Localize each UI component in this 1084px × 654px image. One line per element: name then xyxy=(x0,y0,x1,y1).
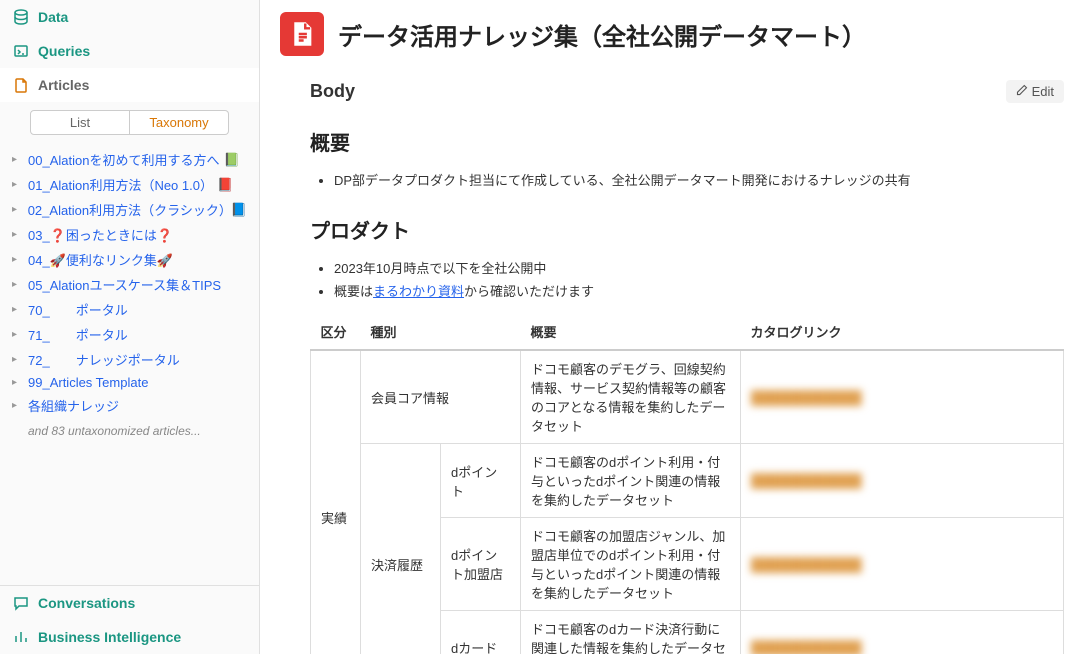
product-table: 区分 種別 概要 カタログリンク 実績 会員コア情報 ドコモ顧客のデモグラ、回線… xyxy=(310,314,1064,654)
tree-item[interactable]: ▸01_Alation利用方法（Neo 1.0）📕 xyxy=(8,172,251,197)
sidebar-section-queries-label: Queries xyxy=(38,43,90,59)
database-icon xyxy=(12,8,30,26)
sidebar-top: Data Queries Articles List Taxonomy ▸00_… xyxy=(0,0,259,585)
sidebar-section-data-label: Data xyxy=(38,9,68,25)
sidebar-bottom: Conversations Business Intelligence xyxy=(0,585,259,654)
edit-button[interactable]: Edit xyxy=(1006,80,1064,103)
body-section-header: Body Edit xyxy=(310,80,1064,103)
th-gaiyou: 概要 xyxy=(521,314,741,350)
untaxonomized-note[interactable]: and 83 untaxonomized articles... xyxy=(8,418,251,444)
tree-item[interactable]: ▸04_🚀便利なリンク集🚀 xyxy=(8,247,251,272)
list-item: DP部データプロダクト担当にて作成している、全社公開データマート開発におけるナレ… xyxy=(334,168,1064,191)
product-heading: プロダクト xyxy=(310,215,1064,244)
table-row: 決済履歴 dポイント ドコモ顧客のdポイント利用・付与といったdポイント関連の情… xyxy=(311,444,1064,518)
page-header: データ活用ナレッジ集（全社公開データマート） xyxy=(280,12,1064,56)
chevron-right-icon: ▸ xyxy=(12,179,24,190)
table-header-row: 区分 種別 概要 カタログリンク xyxy=(311,314,1064,350)
tree-item[interactable]: ▸70_ ポータル xyxy=(8,297,251,322)
chevron-right-icon: ▸ xyxy=(12,354,24,365)
sidebar-section-articles-label: Articles xyxy=(38,77,89,93)
th-blank xyxy=(441,314,521,350)
toggle-list[interactable]: List xyxy=(30,110,130,135)
th-catalog: カタログリンク xyxy=(741,314,1064,350)
tree-item[interactable]: ▸71_ ポータル xyxy=(8,322,251,347)
sidebar-section-bi[interactable]: Business Intelligence xyxy=(0,620,259,654)
product-list: 2023年10月時点で以下を全社公開中 概要はまるわかり資料から確認いただけます xyxy=(310,256,1064,302)
chevron-right-icon: ▸ xyxy=(12,400,24,411)
tree-item[interactable]: ▸02_Alation利用方法（クラシック）📘 xyxy=(8,197,251,222)
view-toggle: List Taxonomy xyxy=(0,102,259,143)
sidebar-section-data[interactable]: Data xyxy=(0,0,259,34)
pencil-icon xyxy=(1016,84,1028,99)
chevron-right-icon: ▸ xyxy=(12,254,24,265)
chat-icon xyxy=(12,594,30,612)
tree-item[interactable]: ▸03_❓困ったときには❓ xyxy=(8,222,251,247)
tree-item[interactable]: ▸00_Alationを初めて利用する方へ📗 xyxy=(8,147,251,172)
article-tree: ▸00_Alationを初めて利用する方へ📗 ▸01_Alation利用方法（N… xyxy=(0,143,259,448)
sidebar-section-conversations[interactable]: Conversations xyxy=(0,586,259,620)
tree-item[interactable]: ▸99_Articles Template xyxy=(8,372,251,393)
chevron-right-icon: ▸ xyxy=(12,229,24,240)
bi-label: Business Intelligence xyxy=(38,629,181,645)
tree-item[interactable]: ▸72_ ナレッジポータル xyxy=(8,347,251,372)
sidebar-section-articles[interactable]: Articles xyxy=(0,68,259,102)
table-row: 実績 会員コア情報 ドコモ顧客のデモグラ、回線契約情報、サービス契約情報等の顧客… xyxy=(311,350,1064,444)
catalog-link-cell[interactable]: ████████████ xyxy=(741,518,1064,611)
catalog-link-cell[interactable]: ████████████ xyxy=(741,444,1064,518)
chevron-right-icon: ▸ xyxy=(12,279,24,290)
sidebar-section-queries[interactable]: Queries xyxy=(0,34,259,68)
content-inner: 概要 DP部データプロダクト担当にて作成している、全社公開データマート開発におけ… xyxy=(280,127,1064,654)
page-title: データ活用ナレッジ集（全社公開データマート） xyxy=(338,17,866,52)
overview-list: DP部データプロダクト担当にて作成している、全社公開データマート開発におけるナレ… xyxy=(310,168,1064,191)
catalog-link-cell[interactable]: ████████████ xyxy=(741,611,1064,654)
chevron-right-icon: ▸ xyxy=(12,304,24,315)
article-icon xyxy=(12,76,30,94)
overview-heading: 概要 xyxy=(310,127,1064,156)
list-item: 2023年10月時点で以下を全社公開中 xyxy=(334,256,1064,279)
toggle-taxonomy[interactable]: Taxonomy xyxy=(130,110,229,135)
chevron-right-icon: ▸ xyxy=(12,377,24,388)
list-item: 概要はまるわかり資料から確認いただけます xyxy=(334,279,1064,302)
catalog-link-cell[interactable]: ████████████ xyxy=(741,350,1064,444)
th-shubetsu: 種別 xyxy=(361,314,441,350)
conversations-label: Conversations xyxy=(38,595,135,611)
main-content: データ活用ナレッジ集（全社公開データマート） Body Edit 概要 DP部デ… xyxy=(260,0,1084,654)
chevron-right-icon: ▸ xyxy=(12,154,24,165)
chevron-right-icon: ▸ xyxy=(12,204,24,215)
tree-item[interactable]: ▸05_Alationユースケース集＆TIPS xyxy=(8,272,251,297)
chevron-right-icon: ▸ xyxy=(12,329,24,340)
maruwakari-link[interactable]: まるわかり資料 xyxy=(373,284,464,299)
chart-icon xyxy=(12,628,30,646)
sidebar: Data Queries Articles List Taxonomy ▸00_… xyxy=(0,0,260,654)
tree-item[interactable]: ▸各組織ナレッジ xyxy=(8,393,251,418)
th-kubun: 区分 xyxy=(311,314,361,350)
page-icon xyxy=(280,12,324,56)
query-icon xyxy=(12,42,30,60)
body-label: Body xyxy=(310,81,355,102)
